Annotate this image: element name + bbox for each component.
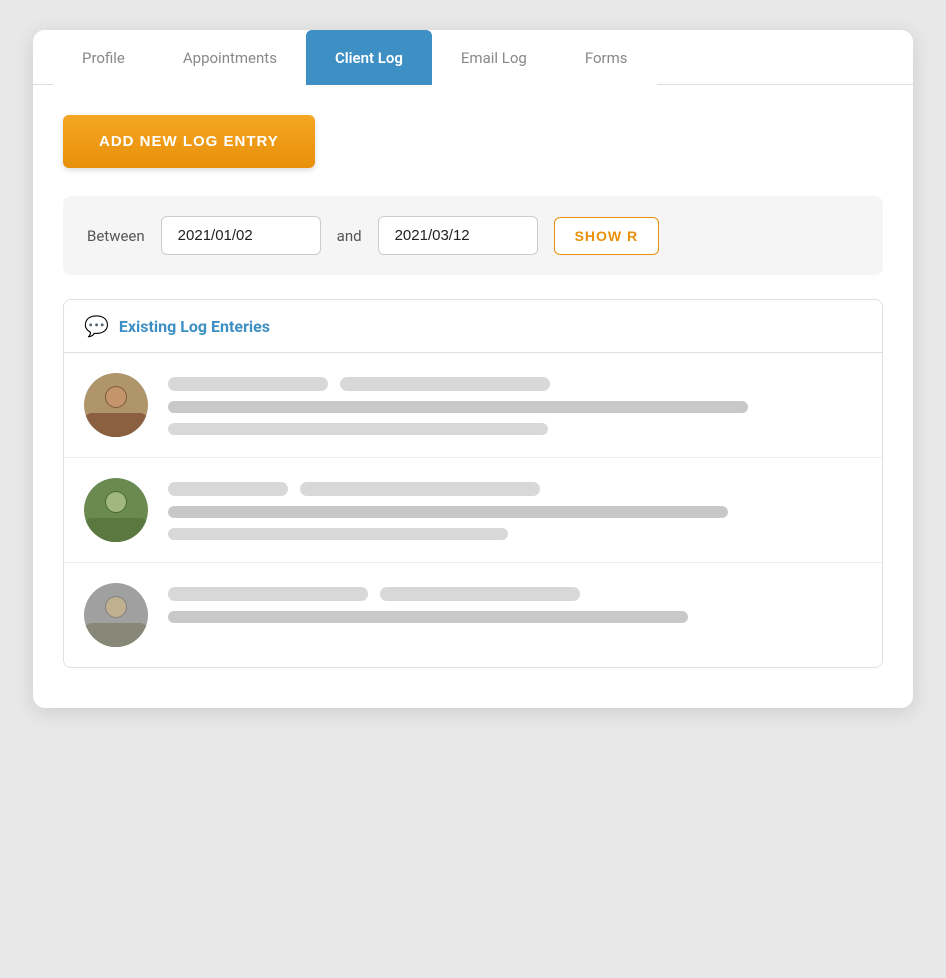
- filter-bar: Between and SHOW R: [63, 196, 883, 275]
- log-entry: [64, 563, 882, 667]
- avatar: [84, 478, 148, 542]
- log-header-icon: 💬: [84, 314, 109, 338]
- between-label: Between: [87, 227, 145, 245]
- log-lines: [168, 478, 862, 540]
- log-section: 💬 Existing Log Enteries: [63, 299, 883, 668]
- log-entry: [64, 458, 882, 563]
- tab-bar: Profile Appointments Client Log Email Lo…: [33, 30, 913, 85]
- content-area: ADD NEW LOG ENTRY Between and SHOW R 💬 E…: [33, 85, 913, 708]
- tab-appointments[interactable]: Appointments: [154, 30, 306, 85]
- log-header: 💬 Existing Log Enteries: [64, 300, 882, 353]
- log-lines: [168, 373, 862, 435]
- date-from-input[interactable]: [161, 216, 321, 255]
- avatar: [84, 583, 148, 647]
- main-card: Profile Appointments Client Log Email Lo…: [33, 30, 913, 708]
- log-entry: [64, 353, 882, 458]
- tab-email-log[interactable]: Email Log: [432, 30, 556, 85]
- date-to-input[interactable]: [378, 216, 538, 255]
- tab-forms[interactable]: Forms: [556, 30, 657, 85]
- and-label: and: [337, 227, 362, 245]
- avatar: [84, 373, 148, 437]
- tab-profile[interactable]: Profile: [53, 30, 154, 85]
- add-log-entry-button[interactable]: ADD NEW LOG ENTRY: [63, 115, 315, 168]
- log-header-title: Existing Log Enteries: [119, 317, 270, 336]
- tab-client-log[interactable]: Client Log: [306, 30, 432, 85]
- log-lines: [168, 583, 862, 623]
- show-results-button[interactable]: SHOW R: [554, 217, 660, 255]
